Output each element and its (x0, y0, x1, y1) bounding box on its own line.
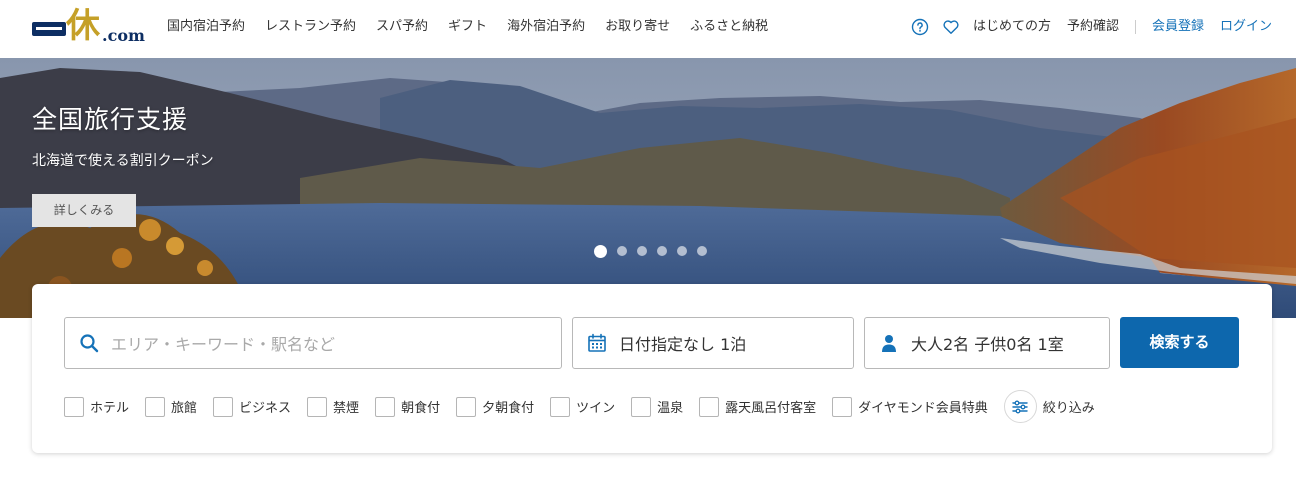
logo-mark (32, 22, 66, 36)
filter-label: 温泉 (657, 401, 684, 416)
checkbox[interactable] (145, 396, 166, 417)
hero-landscape-image (0, 58, 1296, 318)
nav-restaurant[interactable]: レストラン予約 (265, 17, 356, 37)
checkbox[interactable] (832, 396, 853, 417)
filter-label: 旅館 (171, 401, 198, 416)
register-link[interactable]: 会員登録 (1152, 17, 1204, 37)
checkbox[interactable] (456, 396, 477, 417)
utility-nav: はじめての方 予約確認 会員登録 ログイン (911, 17, 1272, 37)
filter-label: 朝食付 (401, 401, 441, 416)
main-nav: 国内宿泊予約 レストラン予約 スパ予約 ギフト 海外宿泊予約 お取り寄せ ふるさ… (167, 17, 788, 37)
guest-value: 大人2名 子供0名 1室 (911, 335, 1064, 354)
calendar-icon (587, 333, 607, 353)
carousel-dots (594, 245, 717, 258)
nav-mail-order[interactable]: お取り寄せ (605, 17, 670, 37)
carousel-dot-5[interactable] (677, 246, 687, 256)
checkbox[interactable] (213, 396, 234, 417)
filter-label: 禁煙 (333, 401, 360, 416)
filter-twin[interactable]: ツイン (550, 396, 616, 417)
first-time-link[interactable]: はじめての方 (973, 17, 1051, 37)
person-icon (879, 333, 899, 353)
help-icon[interactable] (911, 18, 929, 36)
filter-private-bath[interactable]: 露天風呂付客室 (699, 396, 817, 417)
filter-two-meals[interactable]: 夕朝食付 (456, 396, 535, 417)
filter-onsen[interactable]: 温泉 (631, 396, 684, 417)
filter-ryokan[interactable]: 旅館 (145, 396, 198, 417)
checkbox[interactable] (307, 396, 328, 417)
booking-check-link[interactable]: 予約確認 (1067, 17, 1119, 37)
hero-details-button[interactable]: 詳しくみる (32, 194, 136, 227)
date-selector[interactable]: 日付指定なし 1泊 (572, 317, 854, 369)
search-button[interactable]: 検索する (1120, 317, 1239, 368)
checkbox[interactable] (550, 396, 571, 417)
refine-label: 絞り込み (1042, 401, 1095, 416)
filter-label: 夕朝食付 (482, 401, 535, 416)
filter-diamond-member[interactable]: ダイヤモンド会員特典 (832, 396, 988, 417)
filter-business[interactable]: ビジネス (213, 396, 292, 417)
refine-button[interactable]: 絞り込み (1003, 390, 1095, 423)
filter-options: ホテル 旅館 ビジネス 禁煙 朝食付 夕朝食付 ツイン 温泉 露天風呂付客室 ダ… (64, 390, 1095, 423)
logo-kanji: 休 (66, 6, 100, 46)
carousel-dot-4[interactable] (657, 246, 667, 256)
filter-breakfast[interactable]: 朝食付 (375, 396, 441, 417)
carousel-dot-2[interactable] (617, 246, 627, 256)
checkbox[interactable] (631, 396, 652, 417)
filter-label: 露天風呂付客室 (725, 401, 817, 416)
keyword-placeholder: エリア・キーワード・駅名など (111, 335, 336, 354)
filter-label: ビジネス (239, 401, 292, 416)
filter-label: ダイヤモンド会員特典 (858, 401, 988, 416)
keyword-search-input[interactable]: エリア・キーワード・駅名など (64, 317, 562, 369)
filter-non-smoking[interactable]: 禁煙 (307, 396, 360, 417)
nav-spa[interactable]: スパ予約 (376, 17, 428, 37)
nav-overseas-hotel[interactable]: 海外宿泊予約 (507, 17, 585, 37)
site-header: 休 .com 国内宿泊予約 レストラン予約 スパ予約 ギフト 海外宿泊予約 お取… (0, 0, 1296, 58)
search-icon (79, 333, 99, 353)
filter-hotel[interactable]: ホテル (64, 396, 130, 417)
nav-domestic-hotel[interactable]: 国内宿泊予約 (167, 17, 245, 37)
favorite-heart-icon[interactable] (942, 18, 960, 36)
date-value: 日付指定なし 1泊 (619, 335, 747, 354)
search-panel: エリア・キーワード・駅名など 日付指定なし 1泊 大人2名 子供0名 1室 検索… (32, 284, 1272, 453)
login-link[interactable]: ログイン (1220, 17, 1272, 37)
hero-subtitle: 北海道で使える割引クーポン (32, 153, 214, 169)
carousel-dot-6[interactable] (697, 246, 707, 256)
hero-banner[interactable]: 全国旅行支援 北海道で使える割引クーポン 詳しくみる (0, 58, 1296, 318)
guest-selector[interactable]: 大人2名 子供0名 1室 (864, 317, 1110, 369)
filter-label: ホテル (90, 401, 130, 416)
filter-label: ツイン (576, 401, 616, 416)
checkbox[interactable] (699, 396, 720, 417)
carousel-dot-3[interactable] (637, 246, 647, 256)
nav-gift[interactable]: ギフト (448, 17, 487, 37)
hero-title: 全国旅行支援 (32, 105, 189, 134)
divider (1134, 20, 1136, 34)
site-logo[interactable]: 休 .com (32, 6, 148, 48)
checkbox[interactable] (375, 396, 396, 417)
checkbox[interactable] (64, 396, 84, 417)
logo-com: .com (102, 26, 145, 45)
carousel-dot-1[interactable] (594, 245, 607, 258)
nav-furusato-tax[interactable]: ふるさと納税 (690, 17, 768, 37)
sliders-icon (1003, 390, 1037, 423)
